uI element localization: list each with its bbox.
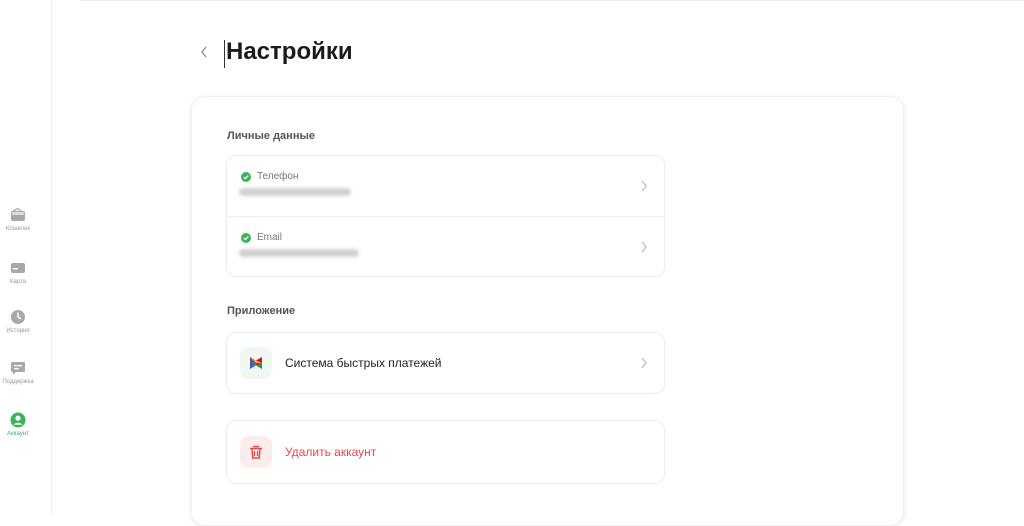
sidebar-item-support[interactable]: Поддержка [0, 360, 36, 385]
sbp-row[interactable]: Система быстрых платежей [227, 333, 664, 393]
chevron-left-icon [201, 46, 207, 58]
page-title: Настройки [226, 38, 353, 65]
clock-icon [11, 310, 25, 324]
chevron-right-icon [641, 241, 647, 252]
sbp-icon-box [240, 347, 272, 379]
email-value-blurred [239, 249, 359, 257]
phone-value-blurred [239, 188, 351, 196]
section-title-personal: Личные данные [227, 130, 315, 142]
sidebar-item-history[interactable]: История [0, 309, 36, 334]
phone-row[interactable]: Телефон [227, 156, 664, 216]
delete-account-label: Удалить аккаунт [285, 445, 377, 459]
sidebar-item-account[interactable]: Аккаунт [0, 412, 36, 437]
text-cursor [224, 40, 225, 68]
chat-icon [11, 362, 25, 375]
top-divider [80, 0, 1024, 1]
wallet-icon [11, 207, 25, 221]
sidebar-item-card[interactable]: Карта [0, 260, 36, 285]
chevron-right-icon [641, 180, 647, 192]
user-icon [10, 412, 26, 428]
sidebar-item-label: Кошелек [5, 226, 31, 232]
trash-icon [249, 445, 263, 459]
trash-icon-box [240, 436, 272, 468]
email-label-group: Email [241, 232, 282, 243]
phone-label: Телефон [257, 171, 299, 182]
email-label: Email [257, 232, 283, 243]
sidebar-item-label: Аккаунт [7, 431, 29, 437]
check-circle-icon [241, 171, 251, 182]
email-row[interactable]: Email [227, 216, 664, 276]
section-title-app: Приложение [227, 305, 296, 317]
sbp-card: Система быстрых платежей [226, 332, 665, 394]
delete-account-card: Удалить аккаунт [226, 420, 665, 484]
card-icon [11, 263, 25, 273]
sidebar-item-label: История [6, 328, 30, 334]
sidebar-item-label: Поддержка [2, 379, 34, 385]
sidebar-item-wallet[interactable]: Кошелек [0, 207, 36, 232]
delete-account-row[interactable]: Удалить аккаунт [227, 421, 664, 483]
sidebar-nav: Кошелек Карта История Поддержка Аккаунт [0, 0, 52, 515]
sidebar-item-label: Карта [9, 279, 27, 285]
sbp-label: Система быстрых платежей [285, 356, 442, 370]
sbp-logo-icon [250, 357, 262, 369]
phone-label-group: Телефон [241, 171, 298, 182]
check-circle-icon [241, 232, 251, 243]
personal-data-card: Телефон Email [226, 155, 665, 277]
back-button[interactable] [196, 42, 212, 62]
chevron-right-icon [641, 357, 647, 369]
